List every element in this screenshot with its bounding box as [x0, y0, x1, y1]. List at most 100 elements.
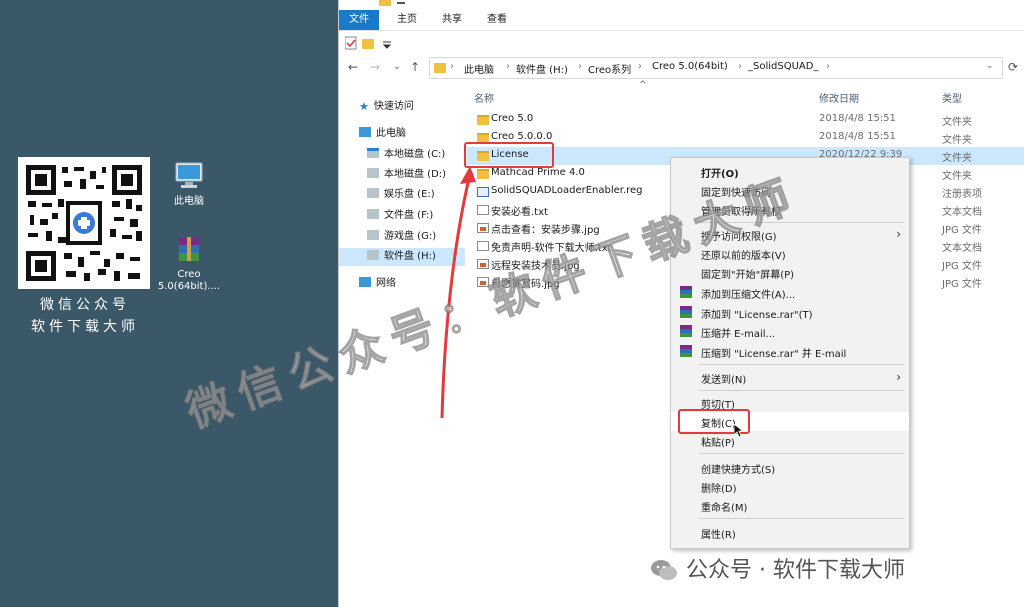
- menu-separator: [699, 518, 904, 519]
- up-button[interactable]: ↑: [407, 59, 423, 75]
- desktop-icon-label: Creo 5.0(64bit)....: [157, 269, 221, 292]
- new-folder-icon[interactable]: [362, 39, 374, 49]
- network-icon: [359, 277, 371, 287]
- drive-c-icon: [367, 148, 379, 158]
- file-name: Creo 5.0.0.0: [491, 131, 553, 142]
- mouse-cursor-icon: [734, 424, 744, 438]
- refresh-icon[interactable]: ⟳: [1005, 59, 1021, 75]
- breadcrumb-item[interactable]: 软件盘 (H:): [516, 61, 568, 76]
- file-name: SolidSQUADLoaderEnabler.reg: [491, 185, 643, 196]
- breadcrumb-item[interactable]: Creo系列: [588, 61, 631, 76]
- menu-item-rename[interactable]: 重命名(M): [671, 496, 909, 515]
- nav-item-network[interactable]: 网络: [359, 275, 396, 293]
- file-row[interactable]: Creo 5.0 2018/4/8 15:51 文件夹: [467, 111, 1024, 129]
- menu-separator: [699, 390, 904, 391]
- file-type: 文本文档: [942, 207, 982, 218]
- nav-item-drive-g[interactable]: 游戏盘 (G:): [367, 228, 436, 246]
- watermark-footer-text: 公众号 · 软件下载大师: [686, 558, 905, 583]
- menu-item-create-shortcut[interactable]: 创建快捷方式(S): [671, 458, 909, 477]
- winrar-icon: [680, 345, 692, 357]
- file-date: 2018/4/8 15:51: [819, 113, 896, 124]
- qr-caption: 微信公众号 软件下载大师: [12, 294, 158, 338]
- file-type: 文件夹: [942, 135, 972, 146]
- back-button[interactable]: ←: [345, 59, 361, 75]
- desktop-icon-this-pc[interactable]: 此电脑: [154, 160, 224, 208]
- menu-item-add-license-rar[interactable]: 添加到 "License.rar"(T): [671, 303, 909, 322]
- nav-item-label: 娱乐盘 (E:): [384, 189, 435, 200]
- nav-item-label: 快速访问: [373, 101, 414, 112]
- recent-locations-button[interactable]: ⌄: [389, 59, 405, 75]
- customize-toolbar-icon[interactable]: [382, 41, 392, 49]
- winrar-icon: [680, 286, 692, 298]
- file-type: 文件夹: [942, 117, 972, 128]
- winrar-icon: [680, 325, 692, 337]
- file-type: 文件夹: [942, 153, 972, 164]
- nav-item-drive-e[interactable]: 娱乐盘 (E:): [367, 186, 435, 204]
- menu-item-pin-start[interactable]: 固定到"开始"屏幕(P): [671, 263, 909, 282]
- qr-code-icon: [18, 157, 150, 289]
- drive-icon: [367, 168, 379, 178]
- winrar-archive-icon: [171, 233, 207, 265]
- nav-item-label: 文件盘 (F:): [384, 210, 434, 221]
- sort-ascending-icon: ^: [639, 80, 647, 90]
- menu-item-properties[interactable]: 属性(R): [671, 523, 909, 542]
- address-bar[interactable]: › 此电脑 › 软件盘 (H:) › Creo系列 › Creo 5.0(64b…: [429, 57, 1003, 79]
- desktop-icon-label: 此电脑: [174, 196, 204, 207]
- tab-home[interactable]: 主页: [387, 12, 427, 28]
- wechat-icon: [651, 560, 677, 580]
- quick-access-icon: ★: [359, 100, 369, 113]
- watermark-footer: 公众号 · 软件下载大师: [650, 552, 905, 584]
- address-row: ← → ⌄ ↑ › 此电脑 › 软件盘 (H:) › Creo系列 › Creo…: [339, 55, 1024, 81]
- column-header-type[interactable]: 类型: [942, 90, 962, 105]
- menu-item-compress-email[interactable]: 压缩并 E-mail...: [671, 322, 909, 341]
- file-date: 2018/4/8 15:51: [819, 131, 896, 142]
- ribbon-tabs: 文件 主页 共享 查看: [339, 8, 1024, 31]
- qr-caption-line2: 软件下载大师: [31, 319, 139, 335]
- qr-caption-line1: 微信公众号: [40, 297, 130, 313]
- menu-item-add-archive[interactable]: 添加到压缩文件(A)...: [671, 283, 909, 302]
- breadcrumb-item[interactable]: 此电脑: [464, 61, 494, 76]
- forward-button[interactable]: →: [367, 59, 383, 75]
- menu-item-compress-license-email[interactable]: 压缩到 "License.rar" 并 E-mail: [671, 342, 909, 361]
- file-type: 注册表项: [942, 189, 982, 200]
- properties-icon[interactable]: [345, 36, 357, 50]
- desktop: 微信公众号 软件下载大师 此电脑 Creo 5.0(64bit)....: [0, 0, 338, 607]
- nav-item-label: 游戏盘 (G:): [384, 231, 437, 242]
- folder-icon: [434, 63, 446, 73]
- address-dropdown-icon[interactable]: ⌄: [986, 61, 994, 71]
- tab-view[interactable]: 查看: [477, 12, 517, 28]
- file-name: Creo 5.0: [491, 113, 534, 124]
- file-type: JPG 文件: [942, 279, 982, 290]
- file-type: 文件夹: [942, 171, 972, 182]
- nav-item-quick-access[interactable]: ★ 快速访问: [359, 98, 414, 116]
- file-type: JPG 文件: [942, 225, 982, 236]
- tab-share[interactable]: 共享: [432, 12, 472, 28]
- file-type: 文本文档: [942, 243, 982, 254]
- drive-icon: [367, 230, 379, 240]
- drive-icon: [367, 188, 379, 198]
- computer-icon: [171, 160, 207, 192]
- breadcrumb-item[interactable]: Creo 5.0(64bit): [652, 61, 728, 72]
- column-header-name[interactable]: 名称: [474, 90, 494, 105]
- computer-icon: [359, 127, 371, 137]
- menu-item-send-to[interactable]: 发送到(N) ›: [671, 368, 909, 387]
- folder-icon: [477, 115, 489, 125]
- nav-item-label: 此电脑: [376, 128, 406, 139]
- column-header-date[interactable]: 修改日期: [819, 90, 859, 105]
- qr-code-image: [18, 157, 150, 289]
- winrar-icon: [680, 306, 692, 318]
- menu-separator: [699, 453, 904, 454]
- nav-item-label: 本地磁盘 (C:): [384, 149, 446, 160]
- file-type: JPG 文件: [942, 261, 982, 272]
- quick-access-toolbar: [339, 31, 1024, 55]
- nav-item-label: 网络: [376, 278, 396, 289]
- folder-icon: [379, 0, 405, 6]
- menu-separator: [699, 364, 904, 365]
- desktop-icon-creo-archive[interactable]: Creo 5.0(64bit)....: [154, 233, 224, 293]
- nav-item-this-pc[interactable]: 此电脑: [359, 125, 406, 143]
- tab-file[interactable]: 文件: [339, 10, 379, 30]
- breadcrumb-item[interactable]: _SolidSQUAD_: [748, 61, 818, 72]
- chevron-right-icon: ›: [896, 370, 901, 384]
- menu-item-delete[interactable]: 删除(D): [671, 477, 909, 496]
- nav-item-drive-f[interactable]: 文件盘 (F:): [367, 207, 433, 225]
